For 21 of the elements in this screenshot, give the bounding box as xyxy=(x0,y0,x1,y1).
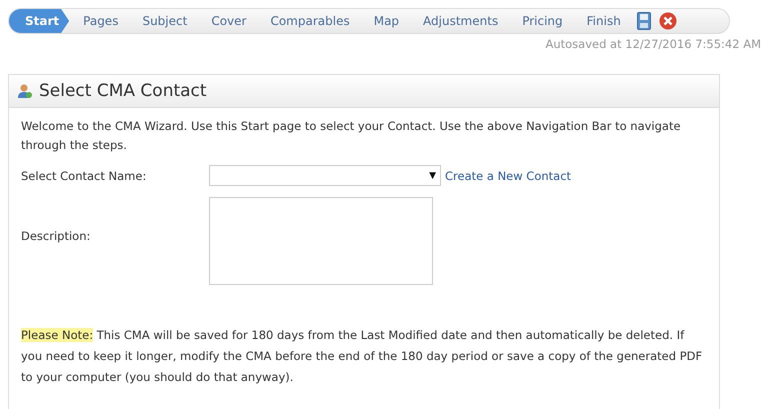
wizard-step-tab[interactable]: Subject xyxy=(128,9,198,33)
wizard-step-tab[interactable]: Pricing xyxy=(508,9,573,33)
wizard-step-tab[interactable]: Start xyxy=(9,9,70,33)
contact-dropdown[interactable]: ▼ xyxy=(209,165,441,186)
contact-icon xyxy=(17,83,33,99)
save-icon[interactable] xyxy=(636,12,651,30)
wizard-step-tab[interactable]: Map xyxy=(360,9,410,33)
description-label: Description: xyxy=(21,228,92,242)
wizard-step-tab[interactable]: Comparables xyxy=(256,9,360,33)
intro-text: Welcome to the CMA Wizard. Use this Start page to select your Contact. Use the above Navigation Bar to navigate through the steps. xyxy=(21,118,682,154)
description-field[interactable] xyxy=(209,197,433,285)
contact-label: Select Contact Name: xyxy=(21,168,148,182)
wizard-step-tab[interactable]: Pages xyxy=(69,9,128,33)
note-text: Please Note: This CMA will be saved for 180 days from the Last Modified date and then automatically be deleted. If you need to keep it longer, modify the CMA before the end of the 180 day period or save a copy of the generated PDF to your computer (you should do that anyway). xyxy=(21,327,704,386)
panel-title: Select CMA Contact xyxy=(39,81,207,101)
wizard-step-tab[interactable]: Finish xyxy=(572,9,631,33)
autosave-status: Autosaved at 12/27/2016 7:55:42 AM xyxy=(544,37,761,51)
wizard-step-tab[interactable]: Adjustments xyxy=(409,9,508,33)
wizard-step-tab[interactable]: Cover xyxy=(197,9,256,33)
close-icon[interactable] xyxy=(658,12,677,30)
create-contact-link[interactable]: Create a New Contact xyxy=(445,168,572,182)
